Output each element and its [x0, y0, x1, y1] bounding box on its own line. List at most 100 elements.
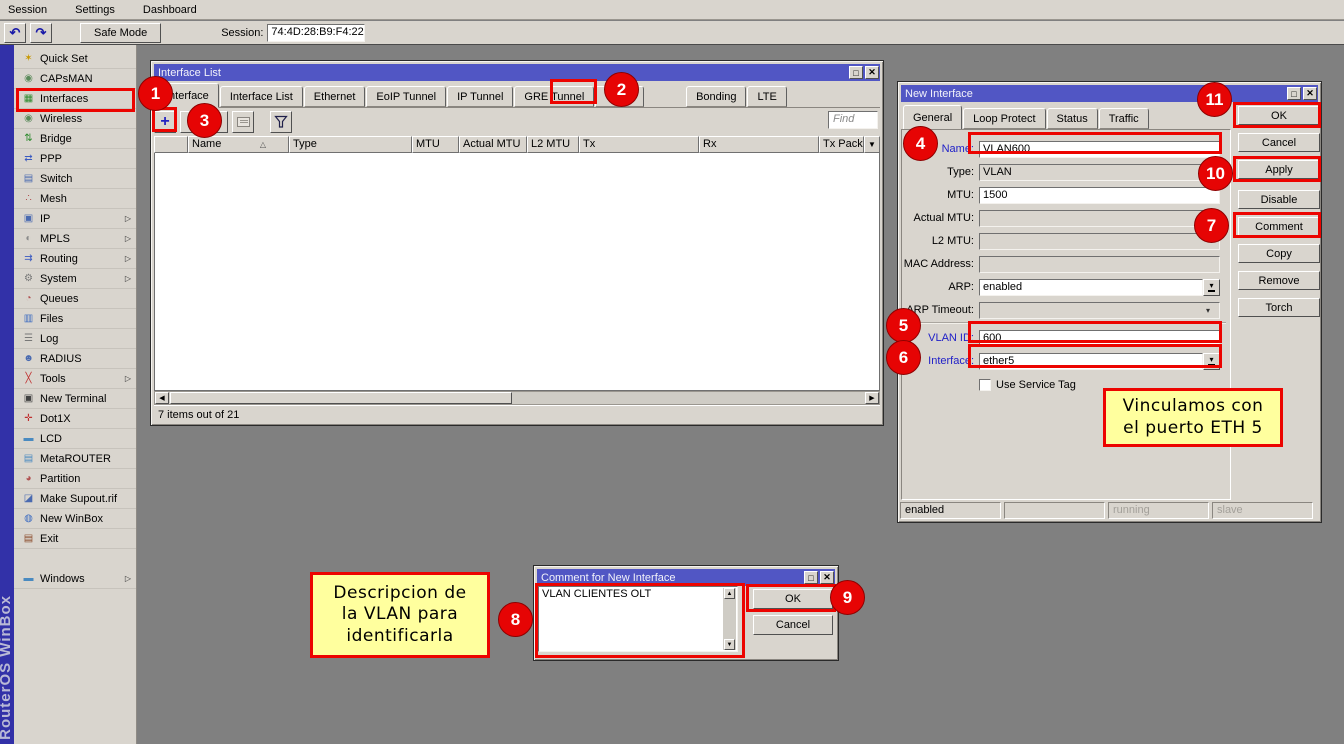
mtu-field[interactable]: 1500	[979, 187, 1220, 204]
sidebar-item-switch[interactable]: ▤Switch	[14, 169, 136, 189]
sidebar-item-capsman[interactable]: ◉CAPsMAN	[14, 69, 136, 89]
maximize-icon[interactable]: □	[1287, 87, 1301, 100]
sidebar-item-interfaces[interactable]: ▦Interfaces	[14, 89, 136, 109]
sidebar-item-log[interactable]: ☰Log	[14, 329, 136, 349]
gear-icon: ⚙	[22, 274, 35, 284]
remove-button[interactable]: Remove	[1238, 271, 1320, 290]
column-picker-button[interactable]: ▼	[864, 136, 880, 153]
close-icon[interactable]: ✕	[865, 66, 879, 79]
tab-ip-tunnel[interactable]: IP Tunnel	[447, 86, 513, 107]
sidebar-item-windows[interactable]: ▬Windows▷	[14, 569, 136, 589]
tab-lte[interactable]: LTE	[747, 86, 786, 107]
filter-button[interactable]	[270, 111, 292, 133]
sidebar-item-new-winbox[interactable]: ◍New WinBox	[14, 509, 136, 529]
ok-button[interactable]: OK	[1238, 106, 1320, 125]
redo-button[interactable]: ↷	[30, 23, 52, 43]
use-service-tag-checkbox[interactable]	[979, 379, 991, 391]
sidebar-item-bridge[interactable]: ⇅Bridge	[14, 129, 136, 149]
sidebar-item-new-terminal[interactable]: ▣New Terminal	[14, 389, 136, 409]
undo-button[interactable]: ↶	[4, 23, 26, 43]
interface-table-body[interactable]	[154, 153, 880, 391]
disable-button[interactable]: Disable	[1238, 190, 1320, 209]
column-mtu[interactable]: MTU	[412, 136, 459, 153]
step-circle-7: 7	[1194, 208, 1229, 243]
arp-select[interactable]: enabled	[979, 279, 1203, 296]
close-icon[interactable]: ✕	[820, 571, 834, 584]
tab-general[interactable]: General	[903, 105, 962, 130]
vertical-scrollbar[interactable]: ▲ ▼	[723, 588, 736, 650]
sidebar-item-radius[interactable]: ☻RADIUS	[14, 349, 136, 369]
tab-eoip-tunnel[interactable]: EoIP Tunnel	[366, 86, 446, 107]
cancel-button[interactable]: Cancel	[1238, 133, 1320, 152]
sidebar-item-exit[interactable]: ▤Exit	[14, 529, 136, 549]
column-rx[interactable]: Rx	[699, 136, 819, 153]
sidebar-item-mesh[interactable]: ∴Mesh	[14, 189, 136, 209]
tab-traffic[interactable]: Traffic	[1099, 108, 1149, 129]
tab-bonding[interactable]: Bonding	[686, 86, 746, 107]
sidebar-item-label: Mesh	[40, 193, 67, 205]
sidebar-item-ip[interactable]: ▣IP▷	[14, 209, 136, 229]
sidebar-item-system[interactable]: ⚙System▷	[14, 269, 136, 289]
session-value[interactable]: 74:4D:28:B9:F4:22	[267, 24, 365, 42]
arp-dropdown-button[interactable]: ▾	[1203, 279, 1220, 296]
safe-mode-button[interactable]: Safe Mode	[80, 23, 161, 43]
menu-session[interactable]: Session	[8, 4, 47, 16]
menu-dashboard[interactable]: Dashboard	[143, 4, 197, 16]
scroll-up-icon[interactable]: ▲	[724, 588, 735, 599]
sidebar-item-files[interactable]: ▥Files	[14, 309, 136, 329]
comment-textarea[interactable]: VLAN CLIENTES OLT ▲ ▼	[538, 586, 738, 652]
add-button[interactable]: +	[154, 111, 176, 133]
maximize-icon[interactable]: □	[849, 66, 863, 79]
sidebar-item-make-supout[interactable]: ◪Make Supout.rif	[14, 489, 136, 509]
sidebar-item-tools[interactable]: ╳Tools▷	[14, 369, 136, 389]
sidebar-item-quick-set[interactable]: ✶Quick Set	[14, 49, 136, 69]
sidebar-item-partition[interactable]: ◕Partition	[14, 469, 136, 489]
column-tx[interactable]: Tx	[579, 136, 699, 153]
sidebar-item-label: Tools	[40, 373, 66, 385]
interface-dropdown-button[interactable]: ▾	[1203, 353, 1220, 370]
sidebar-item-routing[interactable]: ⇉Routing▷	[14, 249, 136, 269]
torch-button[interactable]: Torch	[1238, 298, 1320, 317]
column-type[interactable]: Type	[289, 136, 412, 153]
column-l2-mtu[interactable]: L2 MTU	[527, 136, 579, 153]
sidebar-item-dot1x[interactable]: ✛Dot1X	[14, 409, 136, 429]
comment-button-small[interactable]	[232, 111, 254, 133]
comment-button[interactable]: Comment	[1238, 217, 1320, 236]
tab-loop-protect[interactable]: Loop Protect	[963, 108, 1045, 129]
tab-gre-tunnel[interactable]: GRE Tunnel	[514, 86, 594, 107]
horizontal-scrollbar[interactable]: ◀ ▶	[154, 391, 880, 405]
tab-interface-list[interactable]: Interface List	[220, 86, 303, 107]
scrollbar-thumb[interactable]	[170, 392, 512, 404]
sidebar-item-ppp[interactable]: ⇄PPP	[14, 149, 136, 169]
sidebar-item-mpls[interactable]: ◐MPLS▷	[14, 229, 136, 249]
tab-status[interactable]: Status	[1047, 108, 1098, 129]
interface-list-titlebar[interactable]: Interface List □ ✕	[154, 64, 880, 81]
comment-dialog-titlebar[interactable]: Comment for New Interface □ ✕	[537, 569, 835, 586]
column-tx-packet[interactable]: Tx Packe	[819, 136, 864, 153]
sidebar-item-lcd[interactable]: ▬LCD	[14, 429, 136, 449]
new-interface-titlebar[interactable]: New Interface □ ✕	[901, 85, 1318, 102]
comment-cancel-button[interactable]: Cancel	[753, 615, 833, 635]
sidebar-item-wireless[interactable]: ◉Wireless	[14, 109, 136, 129]
scroll-down-icon[interactable]: ▼	[724, 639, 735, 650]
sidebar-item-metarouter[interactable]: ▤MetaROUTER	[14, 449, 136, 469]
column-actual-mtu[interactable]: Actual MTU	[459, 136, 527, 153]
maximize-icon[interactable]: □	[804, 571, 818, 584]
tab-ethernet[interactable]: Ethernet	[304, 86, 366, 107]
find-input[interactable]: Find	[828, 111, 878, 129]
vlan-id-field[interactable]: 600	[979, 330, 1220, 347]
folder-icon: ▥	[22, 314, 35, 324]
antenna-icon: ◉	[22, 114, 35, 124]
column-name[interactable]: Name△	[188, 136, 289, 153]
apply-button[interactable]: Apply	[1238, 160, 1320, 179]
scroll-left-icon[interactable]: ◀	[155, 392, 169, 404]
name-field[interactable]: VLAN600	[979, 141, 1220, 158]
scroll-right-icon[interactable]: ▶	[865, 392, 879, 404]
comment-ok-button[interactable]: OK	[753, 589, 833, 609]
dropdown-arrow-icon: ▾	[1209, 283, 1213, 289]
copy-button[interactable]: Copy	[1238, 244, 1320, 263]
menu-settings[interactable]: Settings	[75, 4, 115, 16]
close-icon[interactable]: ✕	[1303, 87, 1317, 100]
sidebar-item-queues[interactable]: ◔Queues	[14, 289, 136, 309]
interface-select[interactable]: ether5	[979, 353, 1203, 370]
